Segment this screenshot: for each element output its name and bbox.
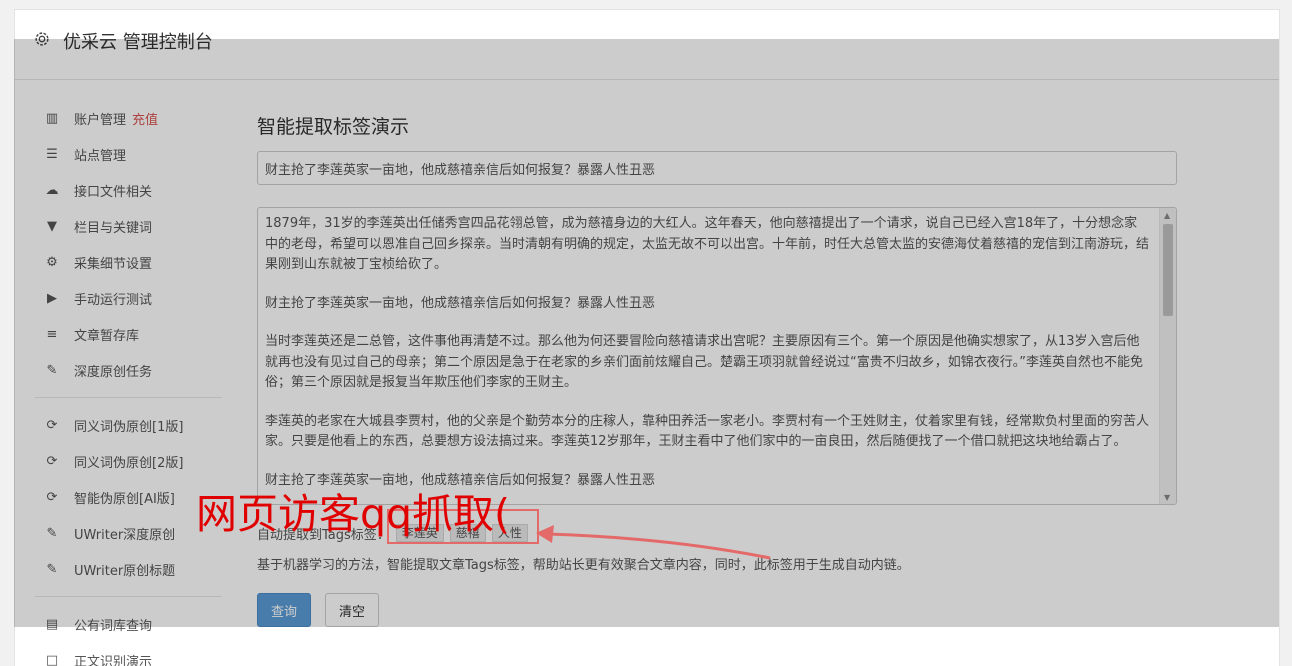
- annotation-arrow-icon: [536, 525, 771, 560]
- watermark-text: 网页访客qq抓取(: [196, 490, 511, 538]
- sidebar-item[interactable]: □ 正文识别演示: [15, 642, 230, 666]
- sidebar-item-label: 正文识别演示: [74, 654, 153, 666]
- square-icon: □: [45, 652, 59, 666]
